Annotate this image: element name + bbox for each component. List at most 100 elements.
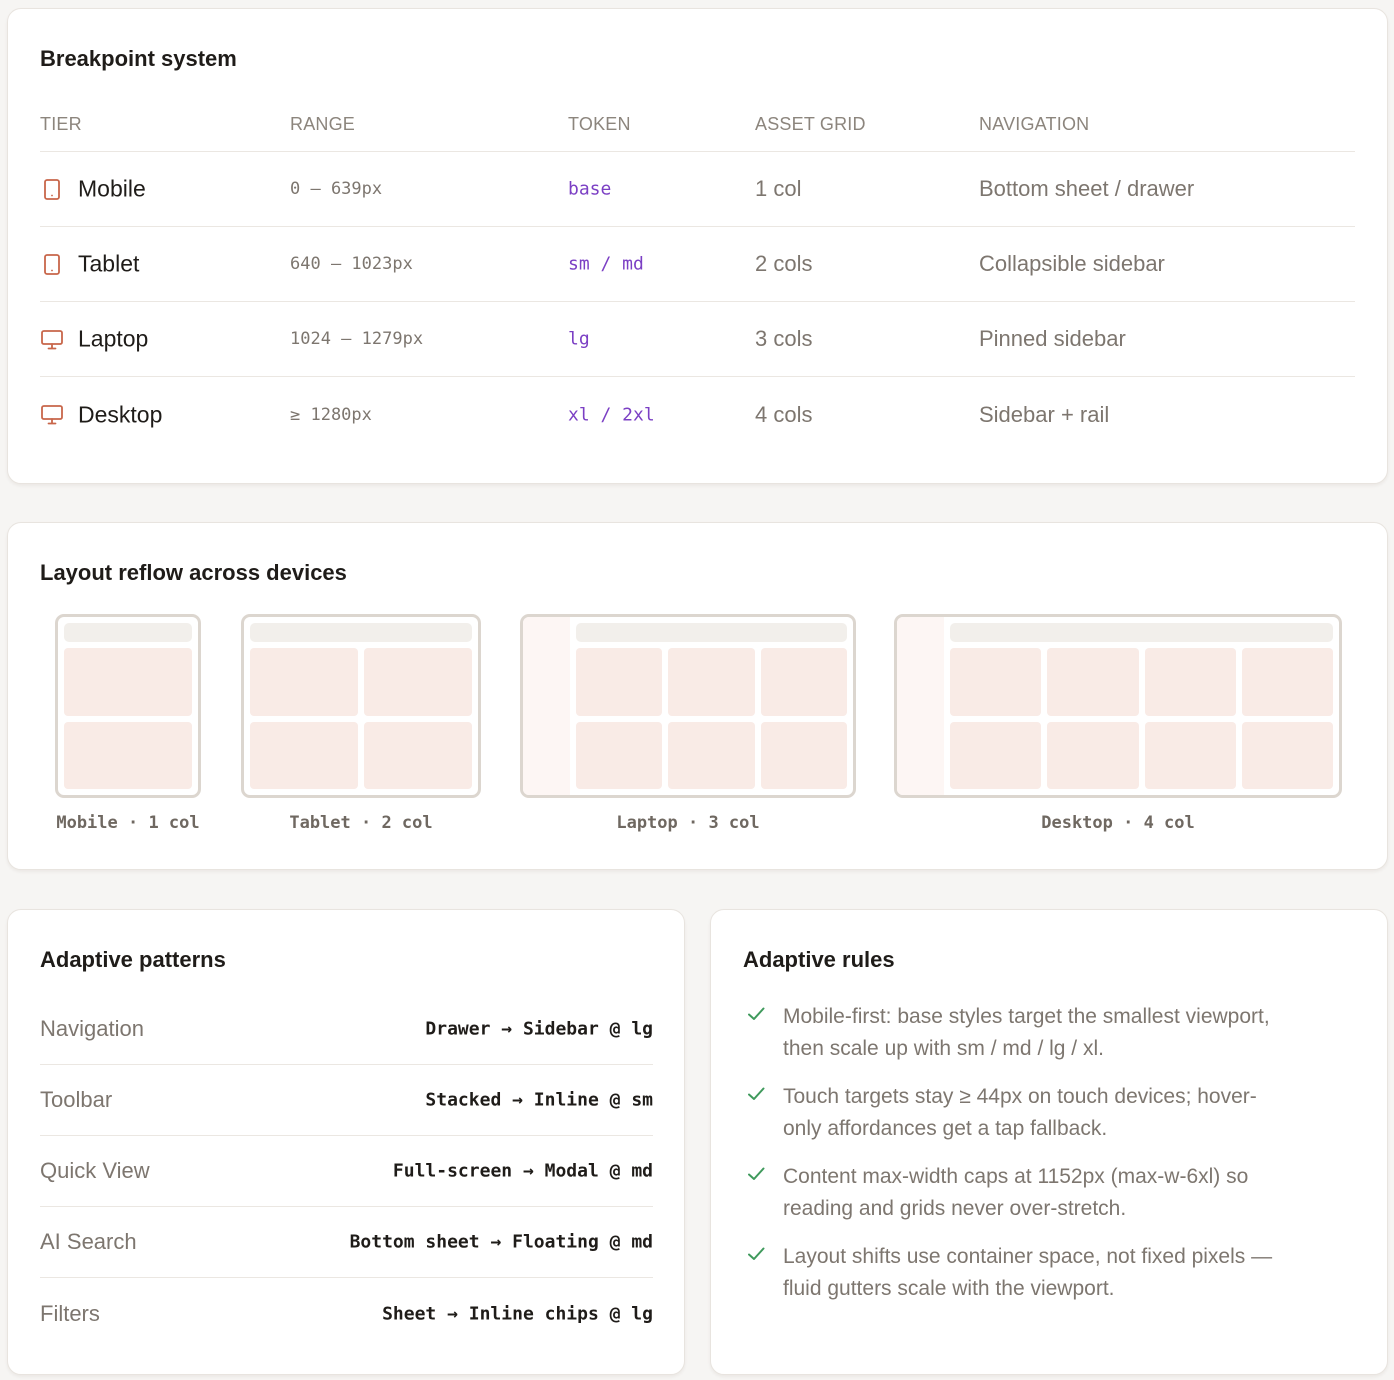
- tier-cell: Desktop: [40, 401, 162, 428]
- pattern-label: Navigation: [40, 1016, 144, 1041]
- grid-tile: [760, 721, 847, 789]
- layout-reflow-card: Layout reflow across devices Mobile · 1 …: [7, 522, 1388, 870]
- rule-text: Touch targets stay ≥ 44px on touch devic…: [783, 1081, 1355, 1145]
- tier-name: Tablet: [78, 250, 140, 277]
- range-cell: 640 – 1023px: [290, 254, 413, 274]
- grid-tile: [760, 648, 847, 716]
- grid-tile: [950, 648, 1042, 716]
- grid-tile: [950, 721, 1042, 789]
- adaptive-patterns-card: Adaptive patterns Navigation Drawer → Si…: [7, 909, 685, 1375]
- tablet-icon: [40, 252, 64, 276]
- header-asset-grid: ASSET GRID: [755, 114, 866, 134]
- token-cell: xl / 2xl: [568, 404, 655, 425]
- check-icon: [745, 1003, 767, 1025]
- pattern-label: AI Search: [40, 1229, 137, 1254]
- asset-grid-cell: 3 cols: [755, 326, 813, 351]
- grid-tile: [64, 648, 192, 716]
- navigation-cell: Sidebar + rail: [979, 401, 1110, 427]
- range-cell: ≥ 1280px: [290, 404, 372, 425]
- header-bar: [950, 623, 1333, 642]
- grid-tile: [1144, 648, 1236, 716]
- grid-tile: [1047, 648, 1139, 716]
- pattern-label: Quick View: [40, 1158, 150, 1183]
- grid-tile: [668, 648, 755, 716]
- rule-line: then scale up with sm / md / lg / xl.: [783, 1037, 1104, 1060]
- grid-tile: [1047, 721, 1139, 789]
- pattern-value: Drawer → Sidebar @ lg: [425, 1018, 653, 1040]
- list-item: Filters Sheet → Inline chips @ lg: [40, 1278, 653, 1349]
- rule-line: reading and grids never over-stretch.: [783, 1197, 1127, 1220]
- table-row: Laptop 1024 – 1279px lg 3 cols Pinned si…: [40, 302, 1355, 377]
- breakpoint-table-header: TIER RANGE TOKEN ASSET GRID NAVIGATION: [40, 114, 1355, 152]
- tier-name: Desktop: [78, 401, 163, 427]
- check-icon: [745, 1163, 767, 1185]
- grid-tile: [364, 648, 472, 716]
- breakpoint-system-card: Breakpoint system TIER RANGE TOKEN ASSET…: [7, 8, 1388, 484]
- adaptive-rules-title: Adaptive rules: [743, 947, 895, 972]
- tier-cell: Mobile: [40, 176, 146, 203]
- layout-reflow-title: Layout reflow across devices: [40, 560, 347, 585]
- grid-tile: [576, 721, 663, 789]
- header-tier: TIER: [40, 114, 82, 134]
- header-bar: [250, 623, 472, 642]
- rule-text: Mobile-first: base styles target the sma…: [783, 1001, 1355, 1065]
- list-item: Quick View Full-screen → Modal @ md: [40, 1136, 653, 1207]
- rule-text: Layout shifts use container space, not f…: [783, 1241, 1355, 1305]
- header-range: RANGE: [290, 114, 356, 134]
- device-label: Tablet · 2 col: [289, 813, 433, 833]
- header-bar: [576, 623, 847, 642]
- rule-line: Touch targets stay ≥ 44px on touch devic…: [783, 1085, 1257, 1108]
- tier-name: Mobile: [78, 175, 146, 202]
- asset-grid-cell: 1 col: [755, 176, 802, 201]
- grid-tile: [1241, 721, 1333, 789]
- navigation-cell: Collapsible sidebar: [979, 251, 1165, 276]
- sidebar-rail: [897, 617, 944, 795]
- table-row: Desktop ≥ 1280px xl / 2xl 4 cols Sidebar…: [40, 377, 1355, 452]
- device-label: Desktop · 4 col: [1041, 813, 1195, 833]
- laptop-device-preview: [520, 614, 856, 798]
- monitor-icon: [40, 403, 64, 427]
- check-icon: [745, 1243, 767, 1265]
- grid-tile: [250, 721, 358, 789]
- tier-cell: Tablet: [40, 251, 139, 278]
- tier-cell: Laptop: [40, 326, 148, 353]
- navigation-cell: Pinned sidebar: [979, 326, 1126, 351]
- desktop-device-preview: [894, 614, 1342, 798]
- device-label: Laptop · 3 col: [616, 813, 760, 833]
- pattern-value: Sheet → Inline chips @ lg: [382, 1303, 653, 1324]
- pattern-value: Stacked → Inline @ sm: [425, 1089, 653, 1111]
- rule-line: Content max-width caps at 1152px (max-w-…: [783, 1165, 1249, 1188]
- rule-line: only affordances get a tap fallback.: [783, 1117, 1108, 1140]
- tier-name: Laptop: [78, 325, 149, 352]
- range-cell: 1024 – 1279px: [290, 329, 424, 349]
- grid-tile: [668, 721, 755, 789]
- tablet-device-preview: [241, 614, 481, 798]
- monitor-icon: [40, 327, 64, 351]
- rule-line: Layout shifts use container space, not f…: [783, 1245, 1273, 1268]
- tablet-icon: [40, 177, 64, 201]
- grid-tile: [364, 721, 472, 789]
- header-token: TOKEN: [568, 114, 631, 134]
- pattern-value: Full-screen → Modal @ md: [392, 1160, 653, 1182]
- breakpoint-system-title: Breakpoint system: [40, 46, 237, 71]
- list-item: Navigation Drawer → Sidebar @ lg: [40, 994, 653, 1065]
- grid-tile: [576, 648, 663, 716]
- asset-grid-cell: 4 cols: [755, 401, 813, 427]
- grid-tile: [64, 721, 192, 789]
- pattern-label: Toolbar: [40, 1087, 113, 1112]
- grid-tile: [250, 648, 358, 716]
- grid-tile: [1144, 721, 1236, 789]
- adaptive-rules-card: Adaptive rules Mobile-first: base styles…: [710, 909, 1388, 1375]
- pattern-value: Bottom sheet → Floating @ md: [349, 1231, 653, 1253]
- table-row: Tablet 640 – 1023px sm / md 2 cols Colla…: [40, 227, 1355, 302]
- asset-grid-cell: 2 cols: [755, 251, 813, 276]
- token-cell: sm / md: [568, 253, 644, 275]
- list-item: Toolbar Stacked → Inline @ sm: [40, 1065, 653, 1136]
- pattern-label: Filters: [40, 1300, 100, 1326]
- mobile-device-preview: [55, 614, 201, 798]
- check-icon: [745, 1083, 767, 1105]
- header-navigation: NAVIGATION: [979, 114, 1090, 134]
- rule-text: Content max-width caps at 1152px (max-w-…: [783, 1161, 1355, 1225]
- header-bar: [64, 623, 192, 642]
- token-cell: lg: [568, 328, 590, 350]
